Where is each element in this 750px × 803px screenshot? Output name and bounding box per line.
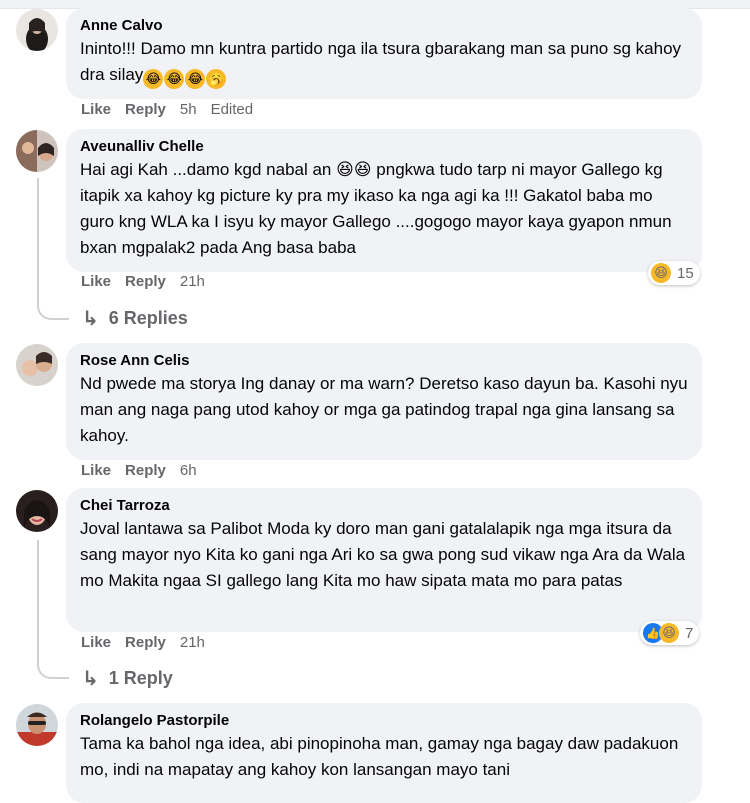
comment-text: Hai agi Kah ...damo kgd nabal an 😆😆 pngk… (80, 160, 672, 257)
reply-arrow-icon: ↳ (82, 668, 99, 690)
comment-author[interactable]: Chei Tarroza (80, 496, 688, 516)
thread-connector (37, 296, 69, 320)
like-button[interactable]: Like (81, 634, 111, 651)
replies-label: 6 Replies (108, 308, 188, 328)
reaction-summary[interactable]: 👍 😆 7 (640, 621, 700, 645)
reply-arrow-icon: ↳ (82, 308, 99, 330)
comment-bubble: Anne Calvo Ininto!!! Damo mn kuntra part… (66, 8, 702, 99)
thread-line (37, 178, 39, 296)
yawning-emoji: 🥱 (206, 69, 227, 89)
comment-actions: Like Reply 6h (81, 462, 211, 479)
haha-reaction-icon: 😆 (651, 263, 671, 283)
thread-connector (37, 655, 69, 679)
avatar[interactable] (16, 704, 58, 746)
comment-actions: Like Reply 21h (81, 634, 219, 651)
reply-button[interactable]: Reply (125, 462, 166, 479)
timestamp[interactable]: 5h (180, 101, 197, 118)
view-replies-link[interactable]: ↳ 1 Reply (82, 666, 173, 691)
comment-bubble: Chei Tarroza Joval lantawa sa Palibot Mo… (66, 488, 702, 632)
comment-author[interactable]: Aveunalliv Chelle (80, 137, 688, 157)
laughing-emoji: 😂 (143, 69, 164, 89)
view-replies-link[interactable]: ↳ 6 Replies (82, 306, 188, 331)
comment-bubble: Rolangelo Pastorpile Tama ka bahol nga i… (66, 703, 702, 803)
comment-text: Nd pwede ma storya Ing danay or ma warn?… (80, 374, 688, 445)
comment-text: Tama ka bahol nga idea, abi pinopinoha m… (80, 734, 679, 779)
comment-actions: Like Reply 5h Edited (81, 101, 267, 118)
reply-button[interactable]: Reply (125, 101, 166, 118)
avatar[interactable] (16, 344, 58, 386)
reply-button[interactable]: Reply (125, 634, 166, 651)
comment-author[interactable]: Rolangelo Pastorpile (80, 711, 688, 731)
thread-line (37, 540, 39, 656)
avatar[interactable] (16, 490, 58, 532)
reaction-count: 7 (685, 624, 694, 642)
like-button[interactable]: Like (81, 101, 111, 118)
comment-author[interactable]: Anne Calvo (80, 16, 688, 36)
like-button[interactable]: Like (81, 273, 111, 290)
timestamp[interactable]: 6h (180, 462, 197, 479)
avatar[interactable] (16, 130, 58, 172)
comment-bubble: Rose Ann Celis Nd pwede ma storya Ing da… (66, 343, 702, 460)
comment-text: Joval lantawa sa Palibot Moda ky doro ma… (80, 519, 686, 590)
replies-label: 1 Reply (108, 668, 173, 688)
timestamp[interactable]: 21h (180, 273, 205, 290)
comment-text: Ininto!!! Damo mn kuntra partido nga ila… (80, 36, 688, 89)
timestamp[interactable]: 21h (180, 634, 205, 651)
like-button[interactable]: Like (81, 462, 111, 479)
comment-author[interactable]: Rose Ann Celis (80, 351, 688, 371)
haha-reaction-icon: 😆 (659, 623, 679, 643)
laughing-emoji: 😂 (185, 69, 206, 89)
comment-actions: Like Reply 21h (81, 273, 219, 290)
edited-label: Edited (210, 101, 254, 118)
laughing-emoji: 😂 (164, 69, 185, 89)
avatar[interactable] (16, 9, 58, 51)
reply-button[interactable]: Reply (125, 273, 166, 290)
comment-bubble: Aveunalliv Chelle Hai agi Kah ...damo kg… (66, 129, 702, 272)
reaction-summary[interactable]: 😆 15 (648, 261, 700, 285)
reaction-count: 15 (677, 264, 694, 282)
